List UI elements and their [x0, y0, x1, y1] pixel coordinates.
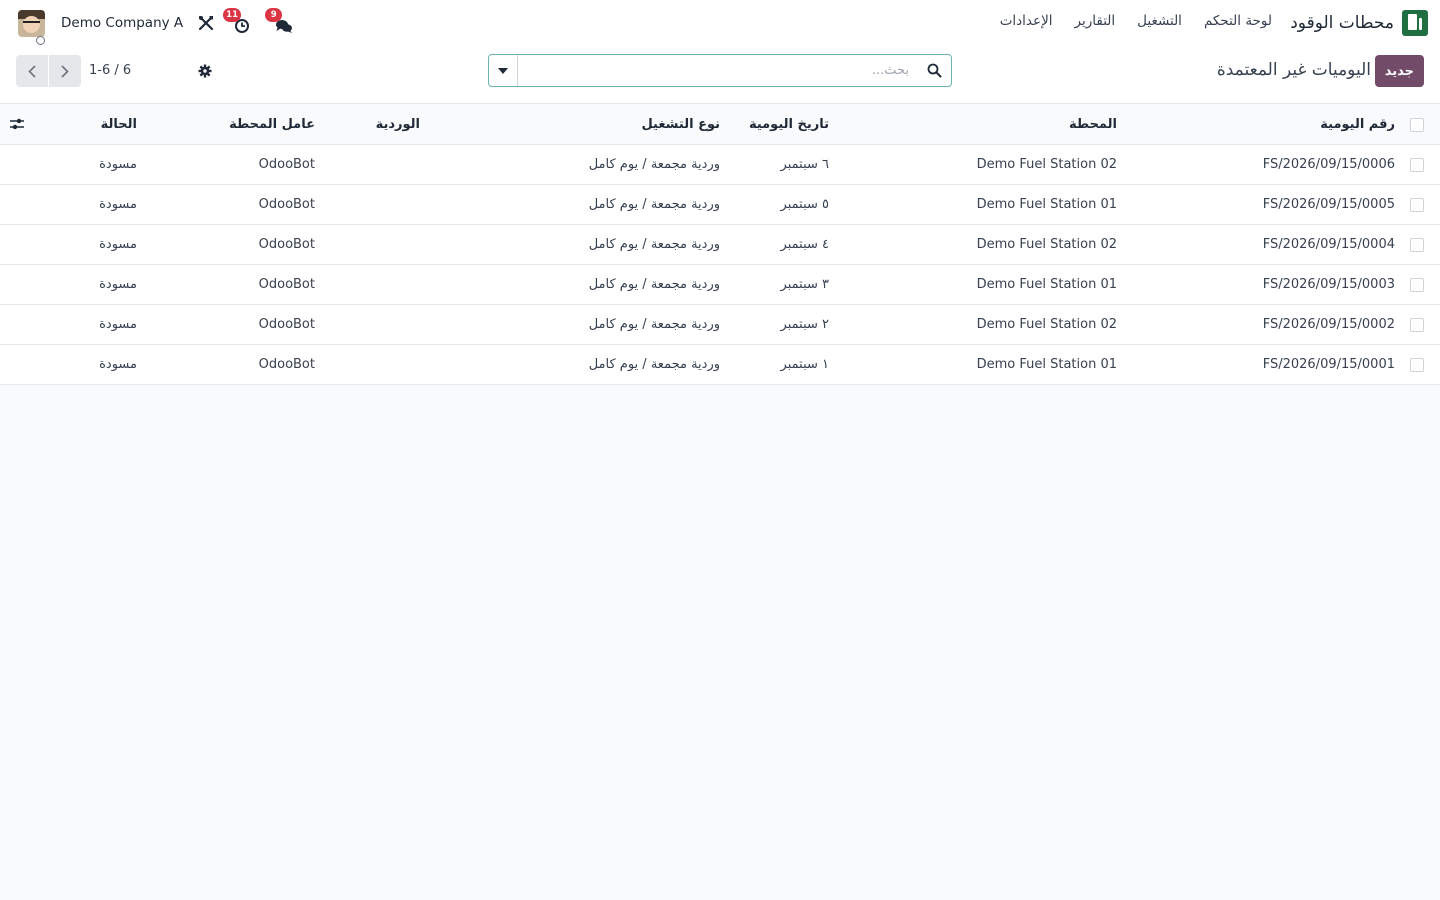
- journals-list: رقم اليومية المحطة تاريخ اليومية نوع الت…: [0, 105, 1440, 385]
- fuel-station-logo-icon: [1402, 10, 1428, 36]
- cell-state: مسودة: [99, 237, 137, 252]
- cell-worker: OdooBot: [258, 357, 315, 372]
- chevron-right-icon: [61, 64, 69, 78]
- cell-worker: OdooBot: [258, 197, 315, 212]
- app-brand[interactable]: محطات الوقود: [1290, 9, 1428, 37]
- cell-date: ٤ سبتمبر: [780, 237, 829, 252]
- table-row[interactable]: FS/2026/09/15/0005 Demo Fuel Station 01 …: [0, 185, 1440, 225]
- cell-type: وردية مجمعة / يوم كامل: [588, 197, 720, 212]
- search-options-toggle[interactable]: [489, 55, 518, 86]
- avatar-status-icon: [36, 35, 45, 45]
- cell-worker: OdooBot: [258, 157, 315, 172]
- row-checkbox[interactable]: [1410, 198, 1424, 212]
- row-checkbox[interactable]: [1410, 318, 1424, 332]
- header-date[interactable]: تاريخ اليومية: [749, 105, 829, 145]
- table-header: رقم اليومية المحطة تاريخ اليومية نوع الت…: [0, 105, 1440, 145]
- table-row[interactable]: FS/2026/09/15/0001 Demo Fuel Station 01 …: [0, 345, 1440, 385]
- cell-worker: OdooBot: [258, 317, 315, 332]
- cell-state: مسودة: [99, 357, 137, 372]
- messages-badge: 9: [265, 8, 283, 22]
- cell-type: وردية مجمعة / يوم كامل: [588, 317, 720, 332]
- gear-icon[interactable]: [198, 64, 212, 78]
- cell-station: Demo Fuel Station 01: [976, 197, 1117, 212]
- company-switcher[interactable]: Demo Company A: [61, 15, 183, 31]
- activity-menu[interactable]: 11: [223, 8, 255, 34]
- control-panel: جديد اليوميات غير المعتمدة بحث... 1-6 / …: [0, 46, 1440, 104]
- table-row[interactable]: FS/2026/09/15/0006 Demo Fuel Station 02 …: [0, 145, 1440, 185]
- menu-item-reports[interactable]: التقارير: [1075, 13, 1116, 29]
- search-button[interactable]: [917, 55, 951, 86]
- cell-date: ٥ سبتمبر: [780, 197, 829, 212]
- search-icon: [927, 63, 941, 78]
- app-name: محطات الوقود: [1290, 13, 1394, 33]
- cell-date: ٦ سبتمبر: [780, 157, 829, 172]
- cell-date: ٢ سبتمبر: [780, 317, 829, 332]
- cell-worker: OdooBot: [258, 277, 315, 292]
- cell-worker: OdooBot: [258, 237, 315, 252]
- cell-state: مسودة: [99, 157, 137, 172]
- search-bar: [488, 54, 952, 87]
- header-shift[interactable]: الوردية: [376, 105, 420, 145]
- cell-number: FS/2026/09/15/0006: [1262, 157, 1395, 172]
- cell-number: FS/2026/09/15/0001: [1262, 357, 1395, 372]
- header-type[interactable]: نوع التشغيل: [641, 105, 720, 145]
- cell-station: Demo Fuel Station 01: [976, 277, 1117, 292]
- pager-value[interactable]: 1-6 / 6: [89, 63, 131, 78]
- pager-previous-button[interactable]: [16, 55, 48, 87]
- tools-icon[interactable]: [197, 14, 215, 32]
- main-menu: لوحة التحكم التشغيل التقارير الإعدادات: [1000, 13, 1272, 29]
- cell-number: FS/2026/09/15/0003: [1262, 277, 1395, 292]
- cell-type: وردية مجمعة / يوم كامل: [588, 237, 720, 252]
- cell-station: Demo Fuel Station 02: [976, 157, 1117, 172]
- messaging-menu[interactable]: 9: [265, 8, 297, 34]
- cell-number: FS/2026/09/15/0004: [1262, 237, 1395, 252]
- menu-item-settings[interactable]: الإعدادات: [1000, 13, 1053, 29]
- cell-station: Demo Fuel Station 02: [976, 237, 1117, 252]
- table-row[interactable]: FS/2026/09/15/0002 Demo Fuel Station 02 …: [0, 305, 1440, 345]
- header-worker[interactable]: عامل المحطة: [229, 105, 315, 145]
- cell-date: ٣ سبتمبر: [780, 277, 829, 292]
- search-input[interactable]: [518, 55, 917, 86]
- cell-state: مسودة: [99, 277, 137, 292]
- pager-navigation: [16, 55, 81, 87]
- menu-item-dashboard[interactable]: لوحة التحكم: [1204, 13, 1272, 29]
- table-row[interactable]: FS/2026/09/15/0004 Demo Fuel Station 02 …: [0, 225, 1440, 265]
- page-title: اليوميات غير المعتمدة: [1216, 60, 1371, 80]
- cell-number: FS/2026/09/15/0002: [1262, 317, 1395, 332]
- table-row[interactable]: FS/2026/09/15/0003 Demo Fuel Station 01 …: [0, 265, 1440, 305]
- cell-state: مسودة: [99, 317, 137, 332]
- row-checkbox[interactable]: [1410, 238, 1424, 252]
- top-navbar: محطات الوقود لوحة التحكم التشغيل التقاري…: [0, 0, 1440, 46]
- select-all-checkbox[interactable]: [1410, 118, 1424, 132]
- cell-type: وردية مجمعة / يوم كامل: [588, 157, 720, 172]
- cell-station: Demo Fuel Station 01: [976, 357, 1117, 372]
- pager-next-button[interactable]: [49, 55, 81, 87]
- row-checkbox[interactable]: [1410, 358, 1424, 372]
- header-station[interactable]: المحطة: [1069, 105, 1117, 145]
- cell-state: مسودة: [99, 197, 137, 212]
- header-number[interactable]: رقم اليومية: [1320, 105, 1395, 145]
- new-button[interactable]: جديد: [1374, 55, 1424, 87]
- row-checkbox[interactable]: [1410, 278, 1424, 292]
- chevron-left-icon: [28, 64, 36, 78]
- activity-badge: 11: [223, 8, 241, 22]
- column-settings-icon[interactable]: [9, 117, 25, 133]
- caret-down-icon: [498, 67, 508, 74]
- avatar[interactable]: [18, 9, 45, 37]
- cell-type: وردية مجمعة / يوم كامل: [588, 277, 720, 292]
- cell-station: Demo Fuel Station 02: [976, 317, 1117, 332]
- row-checkbox[interactable]: [1410, 158, 1424, 172]
- cell-type: وردية مجمعة / يوم كامل: [588, 357, 720, 372]
- header-state[interactable]: الحالة: [101, 105, 137, 145]
- menu-item-operations[interactable]: التشغيل: [1137, 13, 1182, 29]
- cell-number: FS/2026/09/15/0005: [1262, 197, 1395, 212]
- cell-date: ١ سبتمبر: [780, 357, 829, 372]
- select-all-cell: [1410, 105, 1424, 145]
- systray: Demo Company A 11 9: [18, 8, 297, 45]
